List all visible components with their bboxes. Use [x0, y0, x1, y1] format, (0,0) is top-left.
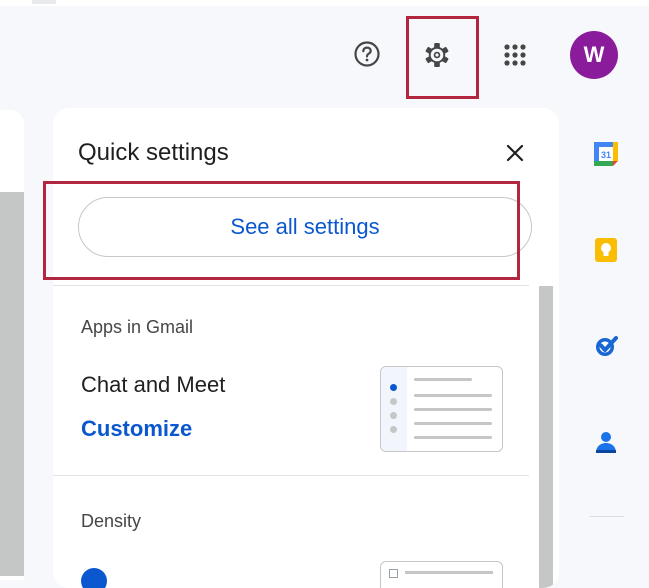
thumbnail-line	[405, 571, 493, 574]
density-preview-thumbnail	[380, 561, 503, 588]
top-mark	[32, 0, 56, 4]
thumbnail-dot	[390, 426, 397, 433]
side-panel-divider	[590, 516, 624, 517]
grid-icon	[504, 44, 526, 66]
apps-in-gmail-heading: Apps in Gmail	[81, 317, 194, 337]
calendar-app-button[interactable]: 31	[586, 134, 626, 174]
help-circle-icon	[354, 41, 380, 67]
chat-and-meet-label: Chat and Meet	[81, 372, 226, 397]
thumbnail-dot	[390, 398, 397, 405]
keep-app-button[interactable]	[586, 230, 626, 270]
gear-icon	[425, 43, 449, 67]
divider	[53, 475, 529, 476]
contacts-app-button[interactable]	[586, 422, 626, 462]
divider	[53, 285, 529, 286]
main-scrollbar[interactable]	[0, 192, 24, 576]
tasks-icon	[596, 336, 618, 356]
close-button[interactable]	[500, 138, 530, 168]
thumbnail-line	[414, 394, 492, 397]
quick-settings-panel: Quick settings See all settings Apps in …	[53, 108, 559, 588]
calendar-date: 31	[601, 150, 611, 160]
thumbnail-dot	[390, 412, 397, 419]
top-strip	[0, 0, 649, 6]
thumbnail-line	[414, 378, 472, 381]
panel-scrollbar[interactable]	[539, 286, 553, 588]
google-apps-button[interactable]	[492, 32, 538, 78]
density-radio[interactable]	[81, 568, 107, 588]
thumbnail-rail	[381, 367, 407, 451]
density-heading: Density	[81, 511, 142, 531]
account-avatar[interactable]: W	[570, 31, 618, 79]
tasks-app-button[interactable]	[586, 326, 626, 366]
thumbnail-line	[414, 436, 492, 439]
chat-meet-preview-thumbnail	[380, 366, 503, 452]
thumbnail-dot	[390, 384, 397, 391]
help-button[interactable]	[345, 32, 389, 76]
thumbnail-line	[414, 408, 492, 411]
see-all-settings-button[interactable]: See all settings	[78, 197, 532, 257]
keep-icon	[595, 238, 617, 262]
contacts-icon	[596, 432, 616, 453]
customize-link[interactable]: Customize	[81, 416, 192, 442]
calendar-icon: 31	[594, 142, 618, 166]
close-icon	[506, 144, 524, 162]
panel-title: Quick settings	[78, 139, 229, 166]
settings-button[interactable]	[414, 32, 460, 78]
thumbnail-checkbox	[389, 569, 398, 578]
thumbnail-line	[414, 422, 492, 425]
